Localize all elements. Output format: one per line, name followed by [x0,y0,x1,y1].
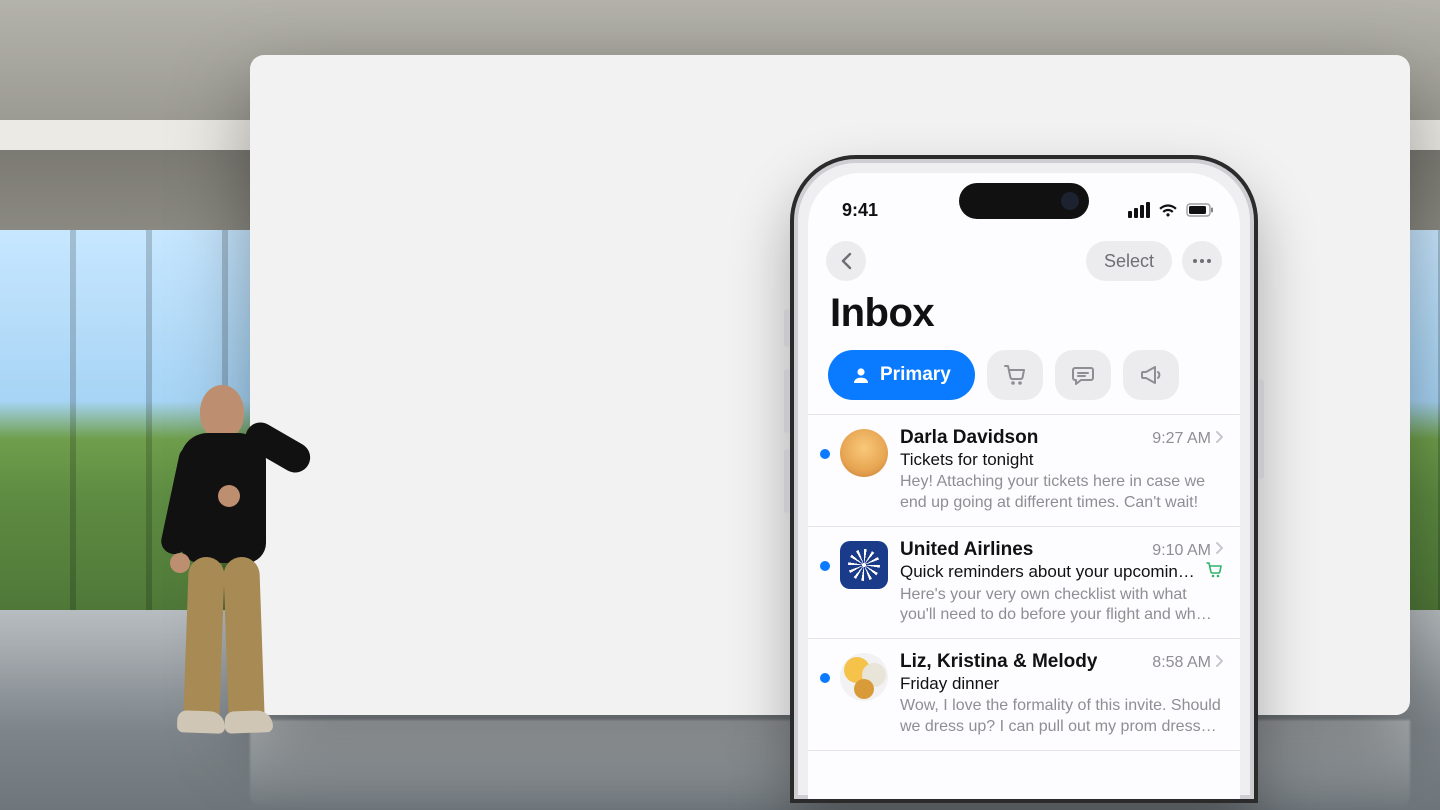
unread-indicator [820,449,830,459]
avatar [840,541,888,589]
presenter-figure [140,385,310,765]
message-subject: Tickets for tonight [900,450,1034,470]
dynamic-island [959,183,1089,219]
message-body: Darla Davidson 9:27 AM Tickets for tonight… [900,427,1224,514]
message-time: 9:27 AM [1152,430,1211,448]
phone-side-button [784,449,790,513]
message-row[interactable]: Liz, Kristina & Melody 8:58 AM Friday dinn… [808,639,1240,751]
person-icon [852,366,870,384]
filter-promotions[interactable] [1123,350,1179,400]
message-preview: Wow, I love the formality of this invite… [900,696,1224,738]
message-sender: Liz, Kristina & Melody [900,651,1097,673]
filter-updates[interactable] [1055,350,1111,400]
wifi-icon [1158,203,1178,218]
unread-indicator [820,561,830,571]
battery-icon [1186,203,1214,217]
unread-indicator [820,673,830,683]
ellipsis-icon [1192,258,1212,264]
chevron-right-icon [1215,430,1224,449]
filter-row: Primary [808,350,1240,414]
cellular-signal-icon [1128,202,1150,218]
message-list: Darla Davidson 9:27 AM Tickets for tonight… [808,414,1240,751]
message-subject: Friday dinner [900,674,999,694]
message-body: Liz, Kristina & Melody 8:58 AM Friday dinn… [900,651,1224,738]
message-body: United Airlines 9:10 AM Quick reminders ab… [900,539,1224,627]
chevron-right-icon [1215,654,1224,673]
message-preview: Hey! Attaching your tickets here in case… [900,472,1224,514]
back-button[interactable] [826,241,866,281]
filter-primary[interactable]: Primary [828,350,975,400]
nav-bar: Select [808,231,1240,281]
iphone-mockup: 9:41 [790,155,1258,803]
cart-icon [1206,562,1224,583]
message-time: 8:58 AM [1152,654,1211,672]
presentation-stage: 9:41 [0,0,1440,810]
avatar [840,429,888,477]
message-preview: Here's your very own checklist with what… [900,585,1224,627]
cart-icon [1003,364,1027,386]
message-sender: United Airlines [900,539,1033,561]
status-time: 9:41 [842,200,878,221]
phone-side-button [784,369,790,433]
filter-transactions[interactable] [987,350,1043,400]
phone-screen: 9:41 [808,173,1240,799]
phone-side-button [1258,379,1264,479]
chevron-right-icon [1215,541,1224,560]
message-subject: Quick reminders about your upcoming… [900,562,1200,582]
chat-bubble-icon [1071,364,1095,386]
message-row[interactable]: United Airlines 9:10 AM Quick reminders ab… [808,527,1240,640]
filter-primary-label: Primary [880,364,951,386]
select-button-label: Select [1104,251,1154,272]
select-button[interactable]: Select [1086,241,1172,281]
avatar [840,653,888,701]
message-row[interactable]: Darla Davidson 9:27 AM Tickets for tonight… [808,415,1240,527]
page-title: Inbox [808,281,1240,350]
more-button[interactable] [1182,241,1222,281]
megaphone-icon [1139,364,1163,386]
message-sender: Darla Davidson [900,427,1038,449]
phone-side-button [784,309,790,347]
presentation-screen: 9:41 [250,55,1410,715]
chevron-left-icon [840,252,852,270]
message-time: 9:10 AM [1152,542,1211,560]
